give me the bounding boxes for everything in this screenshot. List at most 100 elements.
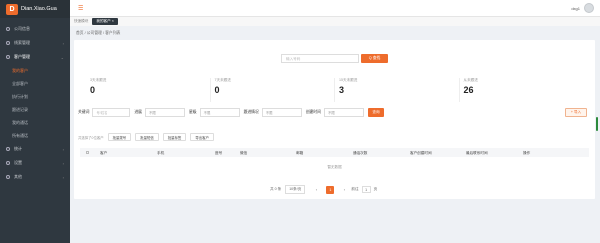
stat-never[interactable]: 从未跟进 26	[458, 78, 584, 102]
search-input[interactable]: 输入号码	[281, 54, 359, 63]
import-button[interactable]: + 导入	[565, 108, 587, 117]
sidebar-item-settings[interactable]: 设置 ›	[0, 156, 70, 170]
chart-icon	[6, 147, 10, 151]
gear-icon	[6, 161, 10, 165]
sidebar-item-other[interactable]: 其他 ›	[0, 170, 70, 184]
sidebar-subitem-all-customers[interactable]: 全部客户	[0, 77, 70, 90]
side-scroll-handle[interactable]	[596, 117, 598, 131]
user-icon	[6, 55, 10, 59]
selection-info: 共选择了0位客户	[78, 135, 104, 140]
goto-suffix: 页	[373, 187, 378, 191]
sidebar-item-leads[interactable]: 线索管理 ›	[0, 36, 70, 50]
tab-quick-modules[interactable]: 快速模块	[74, 19, 88, 24]
home-icon	[6, 27, 10, 31]
sidebar: D Dian.Xiao.Gua 公司信息 线索管理 › 客户管理 ⌄ 我的客户 …	[0, 0, 70, 243]
total-count: 共 0 条	[270, 187, 282, 191]
sidebar-subitem-plans[interactable]: 执行计划	[0, 90, 70, 103]
time-label: 创建时间	[305, 110, 321, 114]
batch-sms-button[interactable]: 批量短信	[135, 133, 159, 141]
next-page-button[interactable]: ›	[340, 186, 348, 194]
stat-label: 3天未跟进	[90, 78, 107, 82]
time-select[interactable]: 不限	[323, 108, 364, 117]
select-all-checkbox[interactable]	[86, 151, 89, 154]
col-actions: 操作	[523, 150, 531, 155]
stat-value: 26	[463, 85, 474, 95]
follow-select[interactable]: 不限	[261, 108, 302, 117]
page-size-select[interactable]: 10条/页	[285, 185, 306, 194]
stat-7-days[interactable]: 7天未跟进 0	[209, 78, 335, 102]
level-select[interactable]: 不限	[199, 108, 240, 117]
brand-logo: D	[6, 3, 18, 15]
stat-label: 从未跟进	[463, 78, 478, 82]
search-row: 输入号码 Q 查找	[281, 54, 388, 63]
col-email[interactable]: 邮箱	[296, 151, 303, 156]
sidebar-item-company-info[interactable]: 公司信息	[0, 22, 70, 36]
user-menu[interactable]: dxg1	[571, 3, 594, 13]
sidebar-item-label: 统计	[14, 146, 22, 151]
status-label: 进展	[134, 110, 142, 114]
batch-call-button[interactable]: 批量拨号	[107, 133, 132, 141]
keyword-label: 关键词	[78, 110, 90, 114]
goto-page-input[interactable]: 1	[361, 186, 371, 193]
chevron-down-icon: ⌄	[60, 54, 64, 60]
col-last-contact[interactable]: 最后联系时间	[466, 151, 488, 156]
chevron-right-icon: ›	[62, 160, 64, 166]
status-select[interactable]: 不限	[144, 108, 185, 117]
col-created-at[interactable]: 客户创建时间	[410, 151, 432, 156]
brand-name: Dian.Xiao.Gua	[21, 6, 57, 12]
pagination: 共 0 条 10条/页 ‹ 1 › 前往 1 页	[270, 185, 377, 194]
chevron-right-icon: ›	[62, 40, 64, 46]
list-icon	[6, 41, 10, 45]
col-phone[interactable]: 手机	[157, 151, 164, 156]
sidebar-subitem-my-calls[interactable]: 我的通话	[0, 116, 70, 129]
batch-tag-button[interactable]: 批量标签	[162, 133, 187, 141]
stat-3-days[interactable]: 3天未跟进 0	[86, 78, 210, 102]
chevron-right-icon: ›	[62, 174, 64, 180]
keyword-input[interactable]: 号/姓名	[92, 108, 131, 117]
table-header: 客户 手机 座号 微信 邮箱 通话次数 客户创建时间 最后联系时间 操作	[80, 148, 589, 157]
stat-value: 0	[214, 85, 220, 95]
stat-label: 7天未跟进	[214, 78, 231, 82]
stat-value: 0	[90, 85, 96, 95]
sidebar-subitem-followups[interactable]: 跟进记录	[0, 103, 70, 116]
sidebar-item-label: 其他	[14, 174, 22, 179]
col-seat[interactable]: 座号	[215, 151, 222, 156]
level-label: 星级	[188, 110, 197, 114]
col-wechat[interactable]: 微信	[240, 151, 247, 156]
empty-state: 暂无数据	[327, 165, 342, 169]
sidebar-item-customers[interactable]: 客户管理 ⌄	[0, 50, 70, 64]
menu-toggle-icon[interactable]: ☰	[78, 5, 83, 12]
follow-label: 跟进情况	[243, 110, 259, 114]
sidebar-item-stats[interactable]: 统计 ›	[0, 142, 70, 156]
sidebar-menu: 公司信息 线索管理 › 客户管理 ⌄ 我的客户 全部客户 执行计划 跟进记录 我…	[0, 22, 70, 184]
main-card: 输入号码 Q 查找 3天未跟进 0 7天未跟进 0 15天未跟进 3 从未跟进 …	[74, 40, 595, 199]
sidebar-subitem-all-calls[interactable]: 所有通话	[0, 129, 70, 142]
col-call-count[interactable]: 通话次数	[353, 151, 367, 156]
tab-my-customers[interactable]: 我的客户 ×	[92, 18, 118, 25]
stat-15-days[interactable]: 15天未跟进 3	[334, 78, 459, 102]
breadcrumb: 首页 / 公司管理 / 客户列表	[76, 31, 121, 35]
col-customer[interactable]: 客户	[100, 151, 107, 156]
brand[interactable]: D Dian.Xiao.Gua	[0, 0, 70, 18]
batch-actions: 共选择了0位客户 批量拨号 批量短信 批量标签 导出客户	[78, 133, 218, 141]
sidebar-item-label: 客户管理	[14, 54, 30, 59]
prev-page-button[interactable]: ‹	[312, 186, 320, 194]
sidebar-item-label: 设置	[14, 160, 22, 165]
stat-value: 3	[339, 85, 345, 95]
page-tabs: 快速模块 我的客户 ×	[70, 17, 600, 26]
stat-label: 15天未跟进	[339, 78, 358, 82]
query-button[interactable]: 查询	[367, 108, 384, 117]
export-button[interactable]: 导出客户	[190, 133, 214, 141]
sidebar-item-label: 公司信息	[14, 26, 30, 31]
grid-icon	[6, 175, 10, 179]
sidebar-item-label: 线索管理	[14, 40, 30, 45]
search-button[interactable]: Q 查找	[361, 54, 388, 63]
stats-row: 3天未跟进 0 7天未跟进 0 15天未跟进 3 从未跟进 26	[86, 78, 583, 102]
goto-label: 前往	[351, 187, 359, 191]
filter-row: 关键词 号/姓名 进展 不限 星级 不限 跟进情况 不限 创建时间 不限 查询	[78, 108, 384, 117]
username: dxg1	[571, 5, 580, 11]
topbar: ☰ dxg1	[70, 0, 600, 17]
avatar[interactable]	[584, 3, 594, 13]
sidebar-subitem-my-customers[interactable]: 我的客户	[0, 64, 70, 77]
page-button[interactable]: 1	[326, 185, 335, 194]
